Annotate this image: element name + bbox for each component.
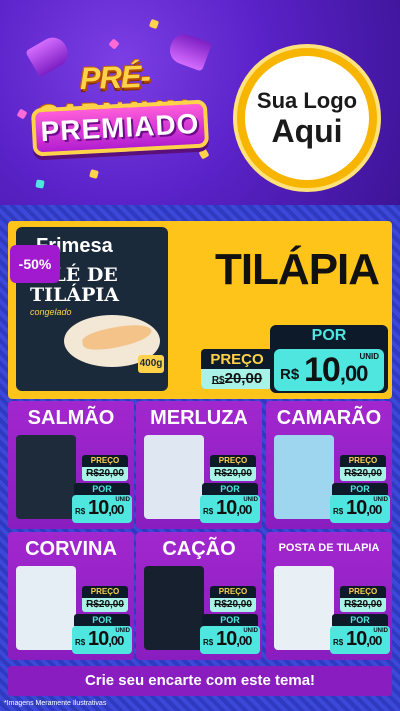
product-name: MERLUZA (150, 407, 248, 429)
product-card[interactable]: POSTA DE TILAPIA PREÇO R$20,00 POR R$ 10… (266, 532, 392, 660)
carnival-title: PRÉ-CARNAVAL PREMIADO (8, 42, 223, 192)
old-price: R$20,00 (340, 598, 386, 612)
preco-label: PREÇO (90, 587, 120, 596)
featured-product-name: TILÁPIA (214, 245, 380, 294)
currency-symbol: R$ (75, 507, 86, 516)
header-banner: PRÉ-CARNAVAL PREMIADO Sua Logo Aqui (0, 0, 400, 205)
product-name: CAÇÃO (162, 538, 236, 560)
price-tag: R$ 10,00 UNID (330, 495, 390, 523)
old-price: R$20,00 (82, 467, 128, 481)
old-price: R$20,00 (210, 598, 256, 612)
product-image (144, 566, 204, 650)
old-price-box: PREÇO R$20,00 (82, 586, 128, 612)
featured-offer[interactable]: Frimesa FILÉ DE TILÁPIA congelado 400g -… (8, 221, 392, 399)
product-name: CAMARÃO (276, 407, 382, 429)
product-name: SALMÃO (27, 407, 115, 429)
old-price: R$20,00 (211, 370, 263, 387)
currency-symbol: R$ (333, 507, 344, 516)
currency-symbol: R$ (203, 638, 214, 647)
old-price-strip: R$20,00 (201, 369, 273, 389)
old-price-box: PREÇO R$20,00 (340, 455, 386, 481)
preco-label: PREÇO (218, 587, 248, 596)
preco-label: PREÇO (90, 456, 120, 465)
product-card[interactable]: CAMARÃO PREÇO R$20,00 POR R$ 10,00 UNID (266, 401, 392, 529)
disclaimer: *Imagens Meramente Ilustrativas (4, 700, 107, 707)
old-price-box: PREÇO R$20,00 (82, 455, 128, 481)
currency-symbol: R$ (333, 638, 344, 647)
confetti (148, 18, 160, 30)
discount-badge: -50% (10, 245, 60, 283)
offers-panel: Frimesa FILÉ DE TILÁPIA congelado 400g -… (0, 205, 400, 711)
currency-symbol: R$ (280, 366, 300, 383)
por-label: POR (74, 483, 130, 495)
price-value: 10,00 (304, 351, 368, 389)
unit-label: UNID (373, 628, 388, 634)
unit-label: UNID (115, 497, 130, 503)
por-label: POR (332, 614, 388, 626)
por-label: POR (202, 483, 258, 495)
old-price-box: PREÇO R$20,00 (210, 586, 256, 612)
price-tag: R$ 10,00 UNID (200, 626, 260, 654)
por-label: POR (74, 614, 130, 626)
product-card[interactable]: SALMÃO PREÇO R$20,00 POR R$ 10,00 UNID (8, 401, 134, 529)
preco-label: PREÇO (210, 351, 264, 368)
logo-placeholder[interactable]: Sua Logo Aqui (237, 48, 377, 188)
banner-ribbon: PREMIADO (30, 99, 210, 157)
preco-label: PREÇO (348, 587, 378, 596)
old-price: R$20,00 (210, 467, 256, 481)
old-price-box: PREÇO R$20,00 (201, 349, 273, 389)
logo-text-bottom: Aqui (271, 113, 343, 149)
unit-label: UNID (243, 497, 258, 503)
price-tag: R$ 10,00 UNID (72, 495, 132, 523)
product-image (16, 435, 76, 519)
old-price-box: PREÇO R$20,00 (210, 455, 256, 481)
product-card[interactable]: MERLUZA PREÇO R$20,00 POR R$ 10,00 UNID (136, 401, 262, 529)
unit-label: UNID (243, 628, 258, 634)
logo-text-top: Sua Logo (256, 88, 358, 113)
currency-symbol: R$ (75, 638, 86, 647)
banner-line2: PREMIADO (39, 107, 201, 148)
old-price: R$20,00 (340, 467, 386, 481)
product-image (16, 566, 76, 650)
old-price: R$20,00 (82, 598, 128, 612)
old-price-box: PREÇO R$20,00 (340, 586, 386, 612)
package-subtitle: congelado (30, 307, 72, 317)
cta-banner[interactable]: Crie seu encarte com este tema! (8, 666, 392, 696)
price-tag: R$ 10,00 UNID (330, 626, 390, 654)
product-image (274, 566, 334, 650)
unit-label: UNID (359, 352, 379, 361)
product-name: POSTA DE TILAPIA (278, 542, 380, 554)
price-tag: R$ 10,00 UNID (72, 626, 132, 654)
unit-label: UNID (115, 628, 130, 634)
product-card[interactable]: CAÇÃO PREÇO R$20,00 POR R$ 10,00 UNID (136, 532, 262, 660)
unit-label: UNID (373, 497, 388, 503)
product-image (274, 435, 334, 519)
preco-label: PREÇO (348, 456, 378, 465)
price-tag: R$ 10,00 UNID (274, 349, 384, 391)
por-label: POR (332, 483, 388, 495)
product-image (144, 435, 204, 519)
product-name: CORVINA (25, 538, 117, 560)
price-tag: R$ 10,00 UNID (200, 495, 260, 523)
por-label: POR (202, 614, 258, 626)
preco-label: PREÇO (218, 456, 248, 465)
currency-symbol: R$ (203, 507, 214, 516)
product-card[interactable]: CORVINA PREÇO R$20,00 POR R$ 10,00 UNID (8, 532, 134, 660)
por-label: POR (311, 327, 347, 344)
new-price-box: POR R$ 10,00 UNID (270, 325, 388, 393)
package-weight: 400g (138, 355, 164, 373)
